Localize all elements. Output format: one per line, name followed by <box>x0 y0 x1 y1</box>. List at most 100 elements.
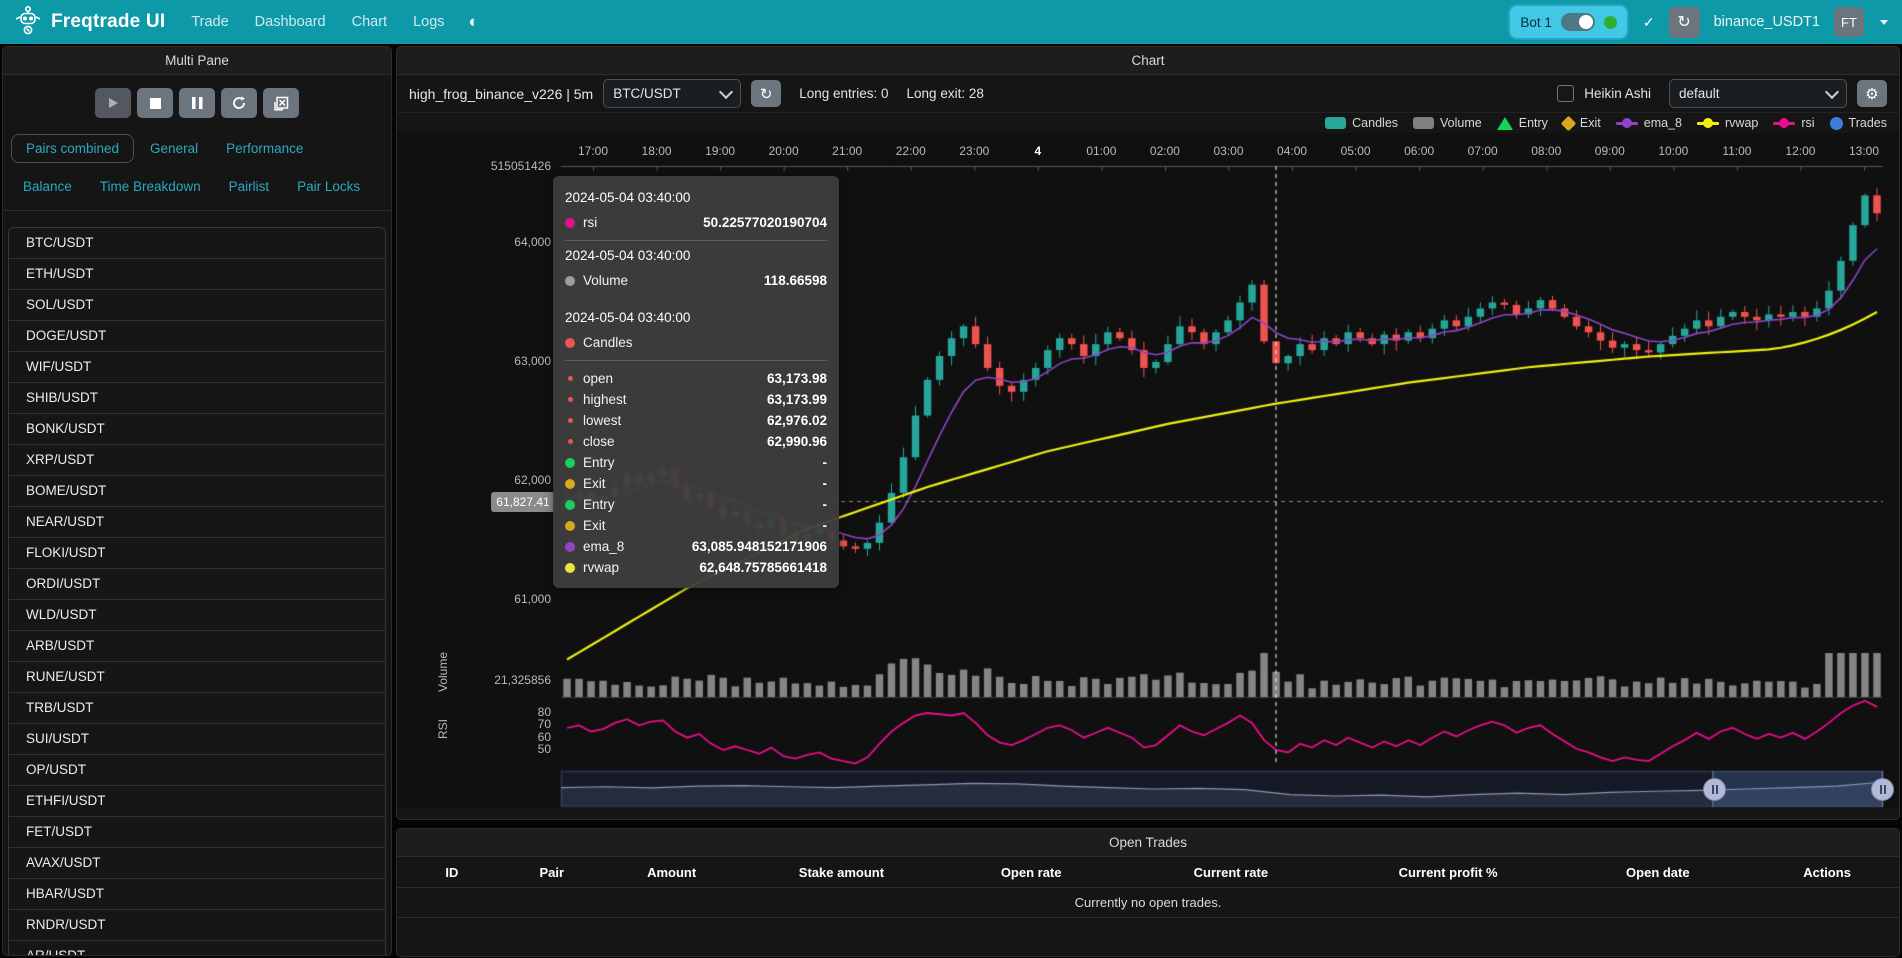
pair-row-doge[interactable]: DOGE/USDT <box>9 321 385 352</box>
tab-time-breakdown[interactable]: Time Breakdown <box>88 173 213 200</box>
x-axis-label: 21:00 <box>832 144 862 158</box>
legend-item-volume[interactable]: Volume <box>1413 116 1482 130</box>
plot-settings-button[interactable]: ⚙ <box>1857 80 1887 107</box>
chevron-down-icon[interactable] <box>1880 20 1888 25</box>
tooltip-series-value: 63,173.98 <box>767 371 827 386</box>
pair-row-ar[interactable]: AR/USDT <box>9 941 385 956</box>
refresh-chart-button[interactable]: ↻ <box>751 80 781 107</box>
tooltip-series-value: 63,085.948152171906 <box>692 539 827 554</box>
tooltip-series-dot <box>565 479 575 489</box>
brand[interactable]: Freqtrade UI <box>14 5 165 40</box>
pair-row-xrp[interactable]: XRP/USDT <box>9 445 385 476</box>
y-axis-label: 64,000 <box>401 235 551 249</box>
pair-row-bome[interactable]: BOME/USDT <box>9 476 385 507</box>
tooltip-series-dot <box>565 218 575 228</box>
pair-row-trb[interactable]: TRB/USDT <box>9 693 385 724</box>
legend-item-trades[interactable]: Trades <box>1830 116 1887 130</box>
navbar: Freqtrade UI Trade Dashboard Chart Logs ◐ B… <box>0 0 1902 44</box>
tooltip-row: highest63,173.99 <box>565 389 827 410</box>
plot-config-select[interactable]: default <box>1669 79 1847 108</box>
legend-label: Volume <box>1440 116 1482 130</box>
logged-in-user: binance_USDT1 <box>1714 14 1820 30</box>
entry-triangle-icon <box>1497 117 1513 130</box>
tab-pairs-combined[interactable]: Pairs combined <box>11 134 134 163</box>
tab-balance[interactable]: Balance <box>11 173 84 200</box>
close-panes-button[interactable] <box>263 88 299 118</box>
tooltip-series-value: - <box>823 455 828 470</box>
tooltip-series-value: 63,173.99 <box>767 392 827 407</box>
open-trades-col-open-date: Open date <box>1560 865 1755 880</box>
bot-toggle[interactable] <box>1561 13 1595 31</box>
open-trades-col-current-profit--: Current profit % <box>1336 865 1561 880</box>
nav-link-trade[interactable]: Trade <box>191 14 228 30</box>
avatar[interactable]: FT <box>1834 7 1864 37</box>
exit-diamond-icon <box>1561 115 1577 131</box>
tooltip-series-dot <box>565 542 575 552</box>
bot-selector[interactable]: Bot 1 <box>1508 4 1629 40</box>
open-trades-col-amount: Amount <box>597 865 747 880</box>
pair-row-eth[interactable]: ETH/USDT <box>9 259 385 290</box>
rsi-tick-label: 50 <box>401 742 551 756</box>
x-axis-label: 11:00 <box>1722 144 1751 158</box>
pair-row-avax[interactable]: AVAX/USDT <box>9 848 385 879</box>
navigator-left-handle[interactable] <box>1703 778 1726 801</box>
legend-item-candles[interactable]: Candles <box>1325 116 1398 130</box>
nav-link-dashboard[interactable]: Dashboard <box>255 14 326 30</box>
reload-bot-button[interactable]: ↻ <box>1669 7 1700 38</box>
bot-online-dot <box>1604 16 1617 29</box>
x-axis-label: 18:00 <box>642 144 672 158</box>
pair-row-sol[interactable]: SOL/USDT <box>9 290 385 321</box>
pair-row-rndr[interactable]: RNDR/USDT <box>9 910 385 941</box>
navbar-right: Bot 1 ✓ ↻ binance_USDT1 FT <box>1508 4 1888 40</box>
pair-row-ethfi[interactable]: ETHFI/USDT <box>9 786 385 817</box>
reload-config-button[interactable] <box>221 88 257 118</box>
pair-row-hbar[interactable]: HBAR/USDT <box>9 879 385 910</box>
pair-row-fet[interactable]: FET/USDT <box>9 817 385 848</box>
pair-row-op[interactable]: OP/USDT <box>9 755 385 786</box>
pair-row-btc[interactable]: BTC/USDT <box>9 228 385 259</box>
theme-toggle-icon[interactable]: ◐ <box>469 12 479 32</box>
pair-row-ordi[interactable]: ORDI/USDT <box>9 569 385 600</box>
x-axis-label: 4 <box>1035 144 1042 158</box>
pause-button[interactable] <box>179 88 215 118</box>
pair-row-wif[interactable]: WIF/USDT <box>9 352 385 383</box>
tab-performance[interactable]: Performance <box>214 135 315 162</box>
heikin-ashi-checkbox[interactable] <box>1557 85 1574 102</box>
pair-row-wld[interactable]: WLD/USDT <box>9 600 385 631</box>
chart-toolbar: high_frog_binance_v226 | 5m BTC/USDT ↻ L… <box>397 75 1899 113</box>
pair-select-value: BTC/USDT <box>613 86 681 101</box>
strategy-timeframe-label: high_frog_binance_v226 | 5m <box>409 86 593 102</box>
pair-list: BTC/USDTETH/USDTSOL/USDTDOGE/USDTWIF/USD… <box>8 227 386 956</box>
y-axis-label: 61,000 <box>401 592 551 606</box>
nav-link-logs[interactable]: Logs <box>413 14 444 30</box>
legend-item-rsi[interactable]: rsi <box>1773 116 1814 130</box>
legend-label: Entry <box>1519 116 1548 130</box>
pair-row-near[interactable]: NEAR/USDT <box>9 507 385 538</box>
tab-general[interactable]: General <box>138 135 210 162</box>
navigator-right-handle[interactable] <box>1871 778 1894 801</box>
legend-label: rsi <box>1801 116 1814 130</box>
pair-row-sui[interactable]: SUI/USDT <box>9 724 385 755</box>
play-button[interactable] <box>95 88 131 118</box>
pair-row-rune[interactable]: RUNE/USDT <box>9 662 385 693</box>
nav-link-chart[interactable]: Chart <box>352 14 387 30</box>
open-trades-col-stake-amount: Stake amount <box>747 865 937 880</box>
tab-pair-locks[interactable]: Pair Locks <box>285 173 372 200</box>
legend-item-exit[interactable]: Exit <box>1563 116 1601 130</box>
legend-item-ema_8[interactable]: ema_8 <box>1616 116 1682 130</box>
pair-row-arb[interactable]: ARB/USDT <box>9 631 385 662</box>
tooltip-series-label: ema_8 <box>583 539 624 554</box>
legend-item-rvwap[interactable]: rvwap <box>1697 116 1758 130</box>
tooltip-series-label: Exit <box>583 476 606 491</box>
pair-row-shib[interactable]: SHIB/USDT <box>9 383 385 414</box>
stop-icon <box>150 98 161 109</box>
pair-row-bonk[interactable]: BONK/USDT <box>9 414 385 445</box>
tab-pairlist[interactable]: Pairlist <box>217 173 282 200</box>
stop-button[interactable] <box>137 88 173 118</box>
legend-item-entry[interactable]: Entry <box>1497 116 1548 130</box>
tooltip-series-label: Entry <box>583 455 615 470</box>
pair-select[interactable]: BTC/USDT <box>603 79 741 108</box>
pair-row-floki[interactable]: FLOKI/USDT <box>9 538 385 569</box>
trades-circle-icon <box>1830 117 1843 130</box>
x-axis-label: 05:00 <box>1341 144 1371 158</box>
